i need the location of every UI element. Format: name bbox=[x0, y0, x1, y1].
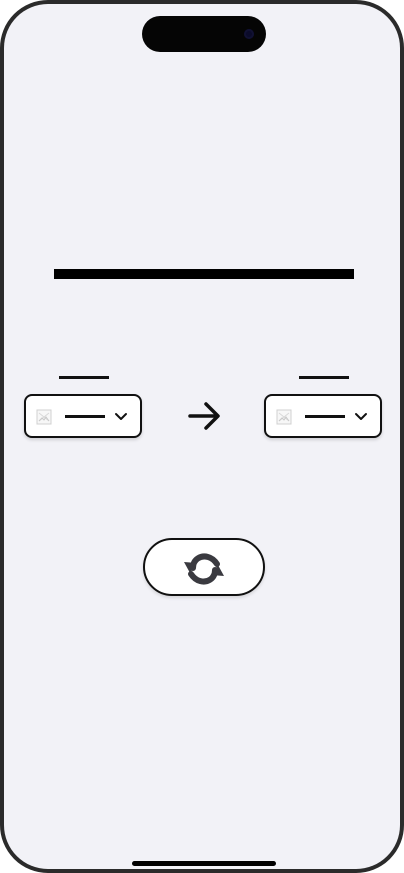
chevron-down-icon bbox=[115, 413, 127, 420]
page-title-placeholder bbox=[54, 269, 354, 279]
image-placeholder-icon bbox=[36, 409, 52, 425]
refresh-icon bbox=[184, 553, 224, 585]
arrow-right-icon bbox=[188, 402, 220, 430]
from-select[interactable] bbox=[24, 394, 142, 438]
front-camera-icon bbox=[244, 29, 254, 39]
phone-frame bbox=[0, 0, 404, 873]
from-label-placeholder bbox=[59, 376, 109, 379]
to-select-value bbox=[305, 415, 345, 418]
app-screen bbox=[4, 4, 400, 869]
home-indicator[interactable] bbox=[132, 861, 276, 866]
refresh-button[interactable] bbox=[143, 538, 265, 596]
to-label-placeholder bbox=[299, 376, 349, 379]
dynamic-island bbox=[142, 16, 266, 52]
from-select-value bbox=[65, 415, 105, 418]
to-select[interactable] bbox=[264, 394, 382, 438]
chevron-down-icon bbox=[355, 413, 367, 420]
image-placeholder-icon bbox=[276, 409, 292, 425]
